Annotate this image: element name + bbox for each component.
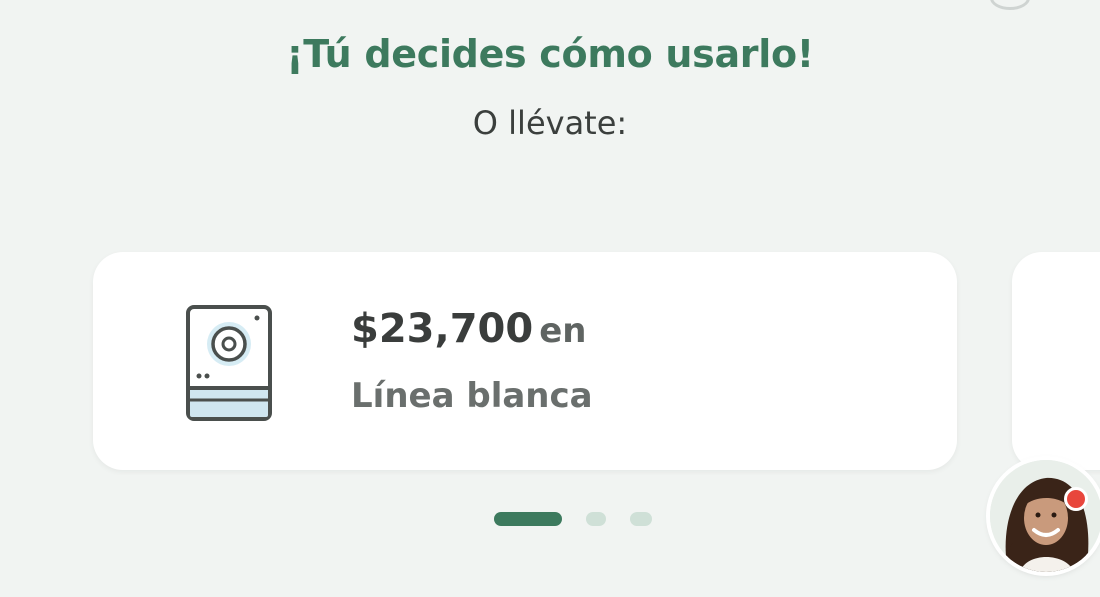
carousel-pagination	[0, 510, 1100, 530]
assistant-portrait	[990, 460, 1100, 572]
washing-machine-icon	[186, 305, 272, 421]
offer-connector: en	[539, 311, 587, 351]
pagination-dot-1[interactable]	[494, 512, 562, 526]
offer-text: $23,700 en Línea blanca	[351, 304, 911, 420]
offer-category: Línea blanca	[351, 376, 593, 416]
offer-card[interactable]: $23,700 en Línea blanca	[93, 252, 957, 470]
next-offer-card[interactable]	[1012, 252, 1100, 470]
pagination-dot-2[interactable]	[586, 512, 606, 526]
close-icon[interactable]	[990, 0, 1030, 10]
promo-screen: ¡Tú decides cómo usarlo! O llévate: $23,…	[0, 0, 1100, 597]
pagination-dot-3[interactable]	[630, 512, 652, 526]
offer-amount: $23,700	[351, 306, 534, 352]
assistant-avatar-icon[interactable]	[990, 460, 1100, 572]
recording-indicator-icon	[1064, 487, 1088, 511]
promo-subhead: O llévate:	[472, 104, 628, 142]
promo-headline: ¡Tú decides cómo usarlo!	[286, 32, 814, 76]
offer-amount-line: $23,700 en	[351, 304, 911, 356]
offer-carousel[interactable]: $23,700 en Línea blanca	[0, 250, 1100, 475]
